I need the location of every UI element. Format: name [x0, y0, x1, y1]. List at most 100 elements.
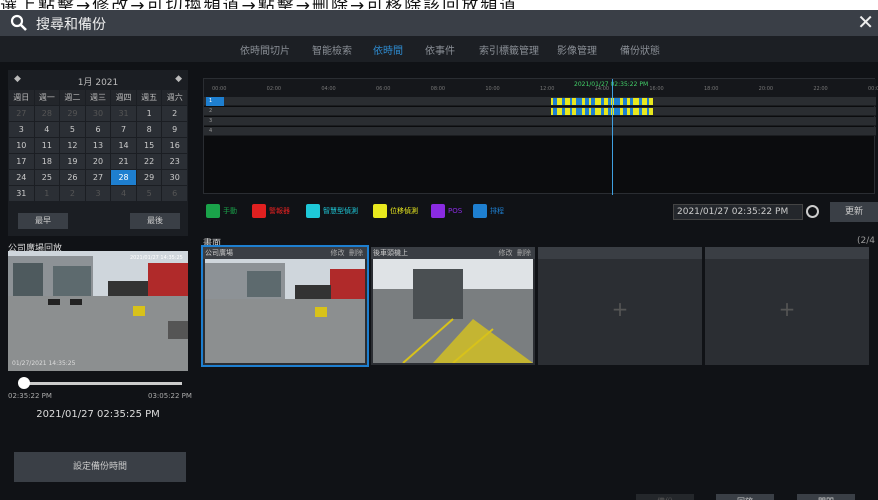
playback-tile[interactable]: + — [705, 247, 869, 365]
calendar-day[interactable]: 22 — [136, 154, 162, 169]
weekday-header: 週五 — [136, 90, 162, 105]
tile-actions — [694, 247, 698, 259]
timeline-channel-row[interactable]: 2 — [204, 107, 876, 116]
close-icon[interactable]: ✕ — [857, 11, 874, 33]
playback-tile[interactable]: 後車頭機上 修改 刪除 — [371, 247, 535, 365]
calendar-day[interactable]: 11 — [34, 138, 60, 153]
calendar-day[interactable]: 27 — [9, 106, 34, 121]
legend-item[interactable]: 警報器 — [252, 203, 290, 219]
datetime-input[interactable]: 2021/01/27 02:35:22 PM — [673, 204, 803, 220]
tile-edit-button[interactable]: 修改 — [499, 249, 513, 257]
tab-backup-status[interactable]: 備份狀態 — [620, 42, 660, 57]
calendar-day[interactable]: 19 — [60, 154, 85, 169]
calendar-day[interactable]: 21 — [111, 154, 136, 169]
add-channel-icon[interactable]: + — [538, 297, 702, 321]
latest-button[interactable]: 最後 — [130, 213, 180, 229]
legend-item[interactable]: 手動 — [206, 203, 237, 219]
calendar-day[interactable]: 6 — [162, 186, 187, 201]
calendar-day[interactable]: 4 — [34, 122, 60, 137]
weekday-header: 週日 — [9, 90, 34, 105]
calendar-day[interactable]: 6 — [85, 122, 111, 137]
weekday-header: 週一 — [34, 90, 60, 105]
calendar-day[interactable]: 12 — [60, 138, 85, 153]
timeline-channel-row[interactable]: 4 — [204, 127, 876, 136]
calendar-day[interactable]: 30 — [162, 170, 187, 185]
playback-preview[interactable]: 01/27/2021 14:35:25 2021/01/27 14:35:25 — [8, 251, 188, 371]
tile-actions — [861, 247, 865, 259]
calendar-day[interactable]: 9 — [162, 122, 187, 137]
playback-tile[interactable]: 公司廣場 修改 刪除 — [201, 245, 369, 367]
earliest-button[interactable]: 最早 — [18, 213, 68, 229]
clock-icon[interactable] — [806, 205, 819, 218]
calendar-day[interactable]: 26 — [60, 170, 85, 185]
calendar-day[interactable]: 17 — [9, 154, 34, 169]
calendar-day[interactable]: 20 — [85, 154, 111, 169]
legend-label: 排程 — [490, 207, 504, 215]
calendar-day[interactable]: 29 — [60, 106, 85, 121]
timeline-channel-row[interactable]: 3 — [204, 117, 876, 126]
calendar-day[interactable]: 29 — [136, 170, 162, 185]
next-month-icon[interactable]: ◆ — [175, 74, 182, 84]
add-channel-icon[interactable]: + — [705, 297, 869, 321]
timeline-cursor[interactable] — [612, 79, 613, 195]
legend-item[interactable]: 排程 — [473, 203, 504, 219]
playback-button[interactable]: 回放 — [716, 494, 774, 500]
calendar-month: 1月 2021 — [77, 78, 119, 88]
playback-slider-track[interactable] — [20, 382, 182, 385]
preview-timestamp: 01/27/2021 14:35:25 — [12, 360, 76, 367]
calendar-day[interactable]: 5 — [136, 186, 162, 201]
calendar-day[interactable]: 31 — [9, 186, 34, 201]
refresh-button[interactable]: 更新 — [830, 202, 878, 222]
channel-number: 1 — [206, 97, 224, 106]
playback-slider-handle[interactable] — [18, 377, 30, 389]
tile-delete-button[interactable]: 刪除 — [349, 249, 363, 257]
calendar-day[interactable]: 1 — [34, 186, 60, 201]
tab-by-event[interactable]: 依事件 — [425, 42, 455, 57]
legend-swatch-icon — [473, 204, 487, 218]
calendar-day[interactable]: 2 — [60, 186, 85, 201]
calendar-day[interactable]: 23 — [162, 154, 187, 169]
recording-timeline[interactable]: 2021/01/27 02:35:22 PM 00:00 02:00 04:00 06… — [203, 78, 878, 195]
playback-tile[interactable]: + — [538, 247, 702, 365]
playback-tiles: 公司廣場 修改 刪除 後車頭機上 修改 刪除 + + — [201, 245, 878, 367]
calendar-day[interactable]: 8 — [136, 122, 162, 137]
tab-smart-search[interactable]: 智能檢索 — [312, 42, 352, 57]
calendar-day[interactable]: 10 — [9, 138, 34, 153]
calendar-day[interactable]: 16 — [162, 138, 187, 153]
channel-number: 3 — [209, 118, 213, 124]
tile-delete-button[interactable]: 刪除 — [517, 249, 531, 257]
tile-edit-button[interactable]: 修改 — [331, 249, 345, 257]
calendar-day[interactable]: 15 — [136, 138, 162, 153]
calendar-day[interactable]: 5 — [60, 122, 85, 137]
calendar-day[interactable]: 28 — [34, 106, 60, 121]
recording-segment — [648, 98, 653, 105]
backup-button[interactable]: 備份 — [636, 494, 694, 500]
tab-video-management[interactable]: 影像管理 — [557, 42, 597, 57]
legend-label: 警報器 — [269, 207, 290, 215]
timeline-channel-row[interactable]: 1 — [204, 97, 876, 106]
calendar-day[interactable]: 7 — [111, 122, 136, 137]
calendar-day[interactable]: 13 — [85, 138, 111, 153]
legend-item[interactable]: 智慧型偵測 — [306, 203, 358, 219]
legend-item[interactable]: 位移偵測 — [373, 203, 418, 219]
legend-item[interactable]: POS — [431, 203, 462, 219]
tab-time-slice[interactable]: 依時間切片 — [240, 42, 290, 57]
weekday-header: 週三 — [85, 90, 111, 105]
calendar-day[interactable]: 18 — [34, 154, 60, 169]
tab-tag-management[interactable]: 索引標籤管理 — [479, 42, 539, 57]
close-button[interactable]: 關閉 — [797, 494, 855, 500]
calendar-day[interactable]: 30 — [85, 106, 111, 121]
calendar-day[interactable]: 3 — [85, 186, 111, 201]
calendar-day[interactable]: 24 — [9, 170, 34, 185]
calendar-day[interactable]: 2 — [162, 106, 187, 121]
calendar-day[interactable]: 27 — [85, 170, 111, 185]
calendar-day[interactable]: 25 — [34, 170, 60, 185]
calendar-day[interactable]: 14 — [111, 138, 136, 153]
calendar-day[interactable]: 3 — [9, 122, 34, 137]
tab-by-time[interactable]: 依時間 — [373, 42, 403, 57]
calendar-day[interactable]: 31 — [111, 106, 136, 121]
calendar-day[interactable]: 4 — [111, 186, 136, 201]
calendar-day[interactable]: 1 — [136, 106, 162, 121]
set-backup-time-button[interactable]: 設定備份時間 — [14, 452, 186, 482]
calendar-day[interactable]: 28 — [111, 170, 136, 185]
